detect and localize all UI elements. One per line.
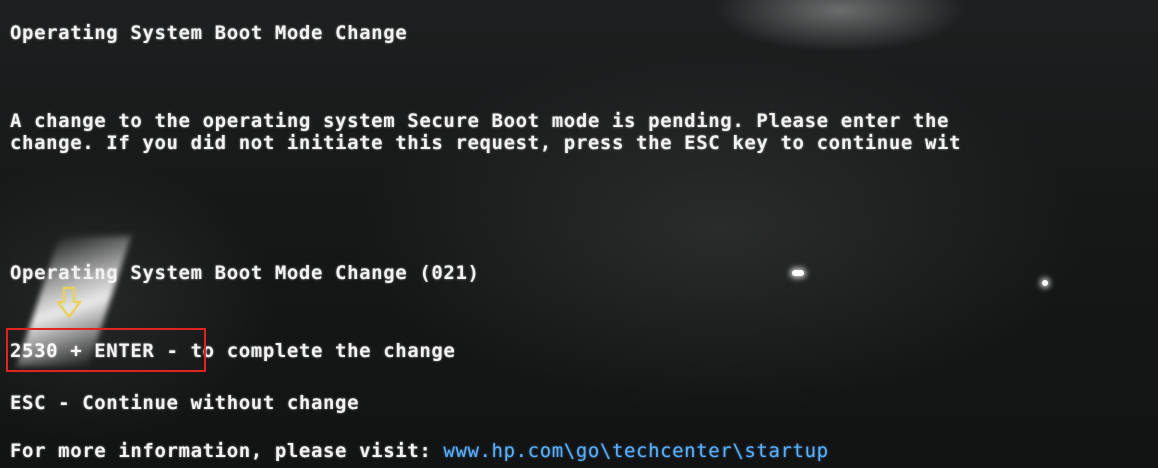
light-reflection — [792, 270, 804, 276]
boot-screen: Operating System Boot Mode Change A chan… — [0, 0, 1158, 468]
message-line-2: change. If you did not initiate this req… — [10, 132, 962, 154]
highlight-box — [6, 328, 206, 372]
down-arrow-icon — [56, 286, 82, 319]
info-line: For more information, please visit: www.… — [10, 440, 829, 462]
message-line-1: A change to the operating system Secure … — [10, 110, 950, 132]
esc-option: ESC - Continue without change — [10, 392, 360, 414]
info-prefix: For more information, please visit: — [10, 440, 444, 462]
screen-title: Operating System Boot Mode Change — [10, 22, 408, 44]
info-link: www.hp.com\go\techcenter\startup — [443, 440, 829, 462]
prompt-title: Operating System Boot Mode Change (021) — [10, 262, 480, 284]
light-reflection — [1042, 280, 1048, 286]
